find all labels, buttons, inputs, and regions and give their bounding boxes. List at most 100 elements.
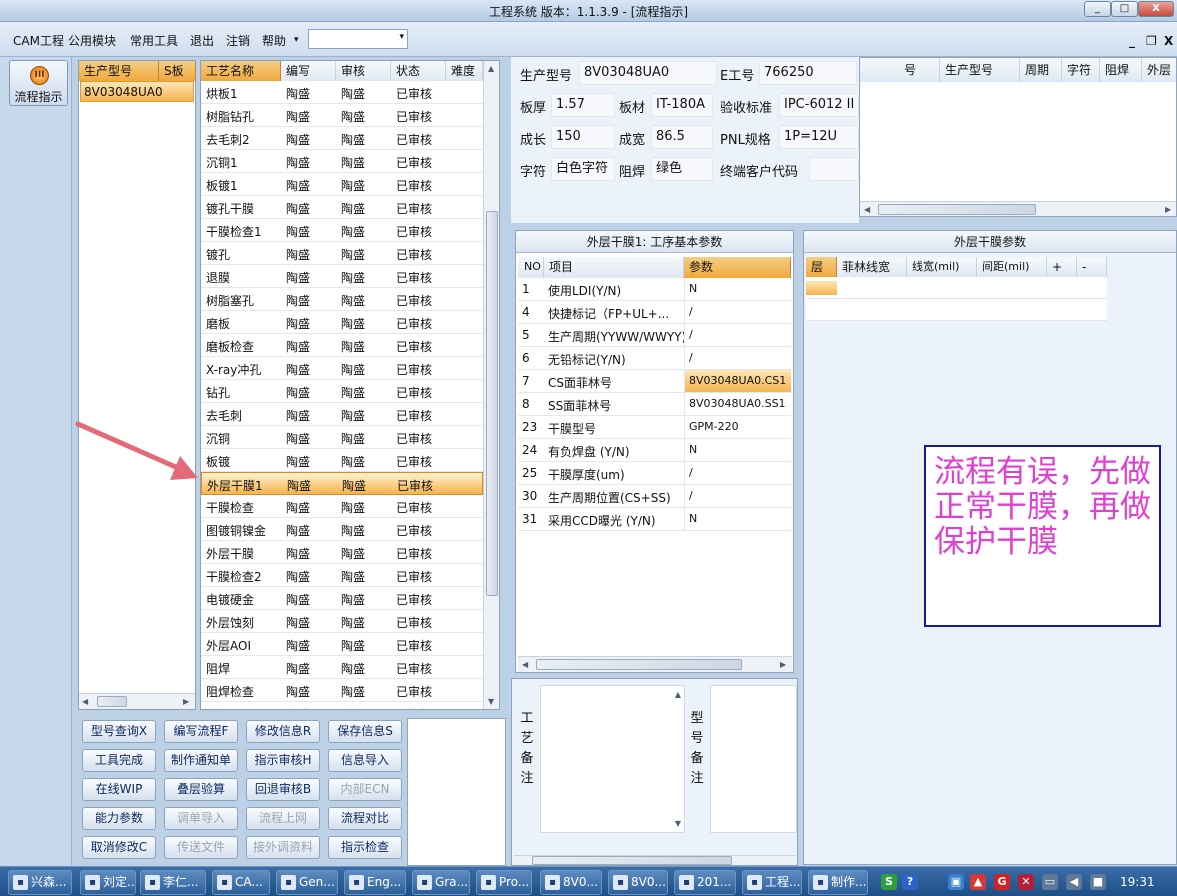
menu-help[interactable]: 帮助 xyxy=(262,32,286,49)
maximize-button[interactable]: □ xyxy=(1111,1,1138,17)
process-row[interactable]: 磨板 陶盛 陶盛 已审核 xyxy=(201,311,483,334)
taskbar-button[interactable]: ▪ 制作... xyxy=(808,870,868,895)
scroll-down-icon[interactable]: ▼ xyxy=(675,819,681,828)
base-param-row[interactable]: 8 SS面菲林号 8V03048UA0.SS1 xyxy=(518,393,791,416)
scroll-right-icon[interactable]: ▶ xyxy=(780,660,786,669)
scroll-thumb[interactable] xyxy=(486,211,498,596)
base-param-row[interactable]: 25 干膜厚度(um) / xyxy=(518,462,791,485)
process-row[interactable]: 干膜检查1 陶盛 陶盛 已审核 xyxy=(201,219,483,242)
action-button[interactable]: 信息导入 xyxy=(328,749,402,772)
process-row[interactable]: 外层干膜 陶盛 陶盛 已审核 xyxy=(201,541,483,564)
process-row[interactable]: 板镀 陶盛 陶盛 已审核 xyxy=(201,449,483,472)
scroll-right-icon[interactable]: ▶ xyxy=(183,697,189,706)
rt-header-outer[interactable]: 外层 xyxy=(1142,58,1176,82)
taskbar-button[interactable]: ▪ Pro... xyxy=(476,870,532,895)
process-header-status[interactable]: 状态 xyxy=(391,61,446,81)
df-header-layer[interactable]: 层 xyxy=(806,257,837,277)
model-grid-hscrollbar[interactable]: ◀ ▶ xyxy=(79,693,195,709)
base-param-row[interactable]: 6 无铅标记(Y/N) / xyxy=(518,347,791,370)
taskbar-button[interactable]: ▪ 李仁... xyxy=(140,870,206,895)
df-header-film-width[interactable]: 菲林线宽 xyxy=(837,257,907,277)
df-add-button[interactable]: + xyxy=(1047,257,1077,277)
menu-cam[interactable]: CAM工程 xyxy=(13,32,64,49)
scroll-thumb[interactable] xyxy=(532,856,732,865)
tray-g-icon[interactable]: G xyxy=(994,874,1010,890)
base-param-row[interactable]: 5 生产周期(YYWW/WWYY) / xyxy=(518,324,791,347)
menu-logout[interactable]: 注销 xyxy=(226,32,250,49)
process-row[interactable]: 烘板1 陶盛 陶盛 已审核 xyxy=(201,81,483,104)
rt-header-char[interactable]: 字符 xyxy=(1062,58,1100,82)
scroll-thumb[interactable] xyxy=(97,696,127,707)
base-param-value[interactable]: / xyxy=(684,462,791,484)
rt-hscrollbar[interactable]: ◀ ▶ xyxy=(860,201,1176,216)
action-button[interactable]: 保存信息S xyxy=(328,720,402,743)
process-row-selected[interactable]: 外层干膜1 陶盛 陶盛 已审核 xyxy=(201,472,483,495)
scroll-left-icon[interactable]: ◀ xyxy=(82,697,88,706)
remarks-hscrollbar[interactable] xyxy=(514,855,796,865)
action-button[interactable]: 叠层验算 xyxy=(164,778,238,801)
model-field[interactable]: 8V03048UA0 xyxy=(579,61,717,85)
base-param-row[interactable]: 4 快捷标记（FP+UL+... / xyxy=(518,301,791,324)
process-row[interactable]: 钻孔 陶盛 陶盛 已审核 xyxy=(201,380,483,403)
action-button[interactable]: 内部ECN xyxy=(328,778,402,801)
notes-box[interactable] xyxy=(407,718,506,866)
df-row-selected-cell[interactable] xyxy=(806,281,837,295)
base-param-row[interactable]: 1 使用LDI(Y/N) N xyxy=(518,278,791,301)
base-param-row[interactable]: 30 生产周期位置(CS+SS) / xyxy=(518,485,791,508)
rt-header-model[interactable]: 生产型号 xyxy=(940,58,1020,82)
right-order-grid[interactable]: 号 生产型号 周期 字符 阻焊 外层 ◀ ▶ xyxy=(859,57,1177,217)
base-param-value[interactable]: 8V03048UA0.SS1 xyxy=(684,393,791,415)
action-button[interactable]: 编写流程F xyxy=(164,720,238,743)
process-grid-vscrollbar[interactable]: ▲ ▼ xyxy=(483,61,499,709)
process-remark-textarea[interactable]: ▲ ▼ xyxy=(540,685,685,833)
taskbar-button[interactable]: ▪ 刘定... xyxy=(80,870,136,895)
action-button[interactable]: 回退审核B xyxy=(246,778,320,801)
length-field[interactable]: 150 xyxy=(551,125,615,149)
process-row[interactable]: 磨板检查 陶盛 陶盛 已审核 xyxy=(201,334,483,357)
base-param-value[interactable]: / xyxy=(684,301,791,323)
process-row[interactable]: 板镀1 陶盛 陶盛 已审核 xyxy=(201,173,483,196)
eng-no-field[interactable]: 766250 xyxy=(759,61,857,85)
tray-device-icon[interactable]: ▭ xyxy=(1042,874,1058,890)
menu-exit[interactable]: 退出 xyxy=(190,32,214,49)
process-row[interactable]: 干膜检查2 陶盛 陶盛 已审核 xyxy=(201,564,483,587)
process-row[interactable]: 阻焊检查 陶盛 陶盛 已审核 xyxy=(201,679,483,702)
chevron-down-icon[interactable]: ▾ xyxy=(399,32,404,42)
mdi-minimize-button[interactable]: _ xyxy=(1129,34,1135,48)
action-button[interactable]: 在线WIP xyxy=(82,778,156,801)
process-header-reviewer[interactable]: 审核 xyxy=(336,61,391,81)
base-param-row[interactable]: 31 采用CCD曝光 (Y/N) N xyxy=(518,508,791,531)
base-param-value[interactable]: / xyxy=(684,347,791,369)
base-param-value[interactable]: N xyxy=(684,508,791,530)
process-row[interactable]: 干膜检查 陶盛 陶盛 已审核 xyxy=(201,495,483,518)
base-param-row[interactable]: 24 有负焊盘 (Y/N) N xyxy=(518,439,791,462)
action-button[interactable]: 工具完成 xyxy=(82,749,156,772)
tray-help-icon[interactable]: ? xyxy=(902,874,918,890)
rt-header-no[interactable]: 号 xyxy=(860,58,940,82)
char-field[interactable]: 白色字符 xyxy=(551,157,615,181)
taskbar-button[interactable]: ▪ 工程... xyxy=(742,870,802,895)
action-button[interactable]: 传送文件 xyxy=(164,836,238,859)
base-param-row[interactable]: 23 干膜型号 GPM-220 xyxy=(518,416,791,439)
minimize-button[interactable]: _ xyxy=(1084,1,1111,17)
model-grid-header-s[interactable]: S板 xyxy=(159,61,196,81)
menu-combo-box[interactable]: ▾ xyxy=(308,29,408,49)
df-row[interactable] xyxy=(806,299,1107,321)
base-param-value[interactable]: / xyxy=(684,324,791,346)
action-button[interactable]: 能力参数 xyxy=(82,807,156,830)
action-button[interactable]: 制作通知单 xyxy=(164,749,238,772)
bp-header-no[interactable]: NO xyxy=(518,257,544,278)
process-header-difficulty[interactable]: 难度 xyxy=(446,61,483,81)
taskbar-button[interactable]: ▪ Gen... xyxy=(276,870,338,895)
bp-header-param[interactable]: 参数 xyxy=(684,257,791,278)
action-button[interactable]: 型号查询X xyxy=(82,720,156,743)
process-row[interactable]: 去毛刺2 陶盛 陶盛 已审核 xyxy=(201,127,483,150)
process-row[interactable]: 沉铜 陶盛 陶盛 已审核 xyxy=(201,426,483,449)
scroll-left-icon[interactable]: ◀ xyxy=(522,660,528,669)
base-param-value[interactable]: N xyxy=(684,278,791,300)
process-row[interactable]: 外层蚀刻 陶盛 陶盛 已审核 xyxy=(201,610,483,633)
bp-header-item[interactable]: 项目 xyxy=(544,257,684,278)
scroll-up-icon[interactable]: ▲ xyxy=(675,690,681,699)
tray-power-icon[interactable]: ■ xyxy=(1090,874,1106,890)
process-row[interactable]: 外层AOI 陶盛 陶盛 已审核 xyxy=(201,633,483,656)
